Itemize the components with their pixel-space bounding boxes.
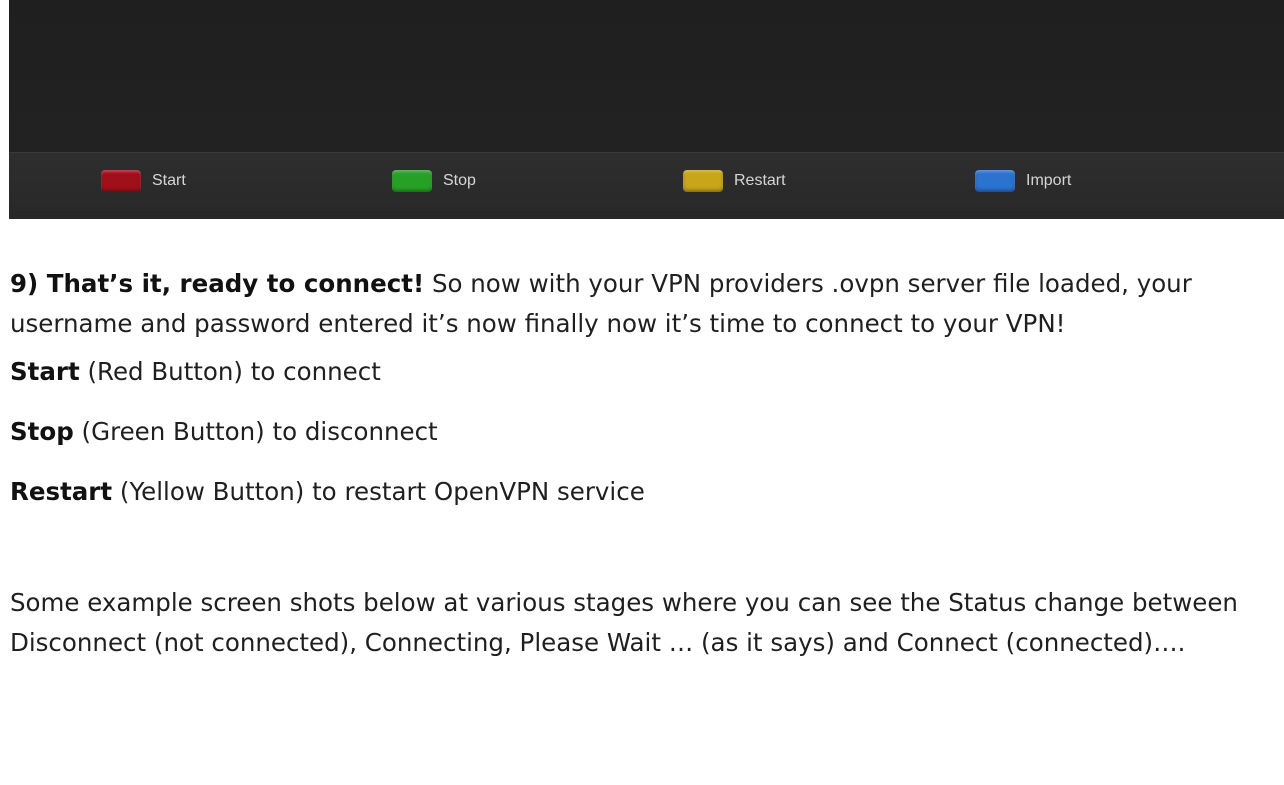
instruction-term: Stop (10, 417, 74, 446)
green-button-icon (392, 170, 432, 192)
blue-button-icon (975, 170, 1015, 192)
instruction-item-stop: Stop (Green Button) to disconnect (10, 412, 1284, 452)
instruction-desc: (Green Button) to disconnect (73, 417, 438, 446)
instruction-term: Restart (10, 477, 113, 506)
article-body: 9) That’s it, ready to connect! So now w… (10, 264, 1284, 663)
instruction-desc: (Yellow Button) to restart OpenVPN servi… (112, 477, 645, 506)
import-key-label: Import (1026, 172, 1072, 189)
instruction-term: Start (10, 357, 80, 386)
instruction-item-restart: Restart (Yellow Button) to restart OpenV… (10, 472, 1284, 512)
start-key-label: Start (152, 172, 186, 189)
restart-key-label: Restart (734, 172, 786, 189)
stop-key-label: Stop (443, 172, 476, 189)
instruction-item-start: Start (Red Button) to connect (10, 352, 1284, 392)
color-button-bar: Start Stop Restart Import (9, 152, 1284, 219)
stop-key: Stop (392, 169, 476, 193)
instruction-desc: (Red Button) to connect (79, 357, 381, 386)
tv-ui-screenshot: Start Stop Restart Import (9, 0, 1284, 219)
step-heading: 9) That’s it, ready to connect! (10, 269, 425, 298)
start-key: Start (101, 169, 186, 193)
restart-key: Restart (683, 169, 786, 193)
import-key: Import (975, 169, 1071, 193)
red-button-icon (101, 170, 141, 192)
tv-screen-area (9, 0, 1284, 152)
yellow-button-icon (683, 170, 723, 192)
closing-paragraph: Some example screen shots below at vario… (10, 588, 1238, 657)
step-paragraph: 9) That’s it, ready to connect! So now w… (10, 264, 1284, 344)
